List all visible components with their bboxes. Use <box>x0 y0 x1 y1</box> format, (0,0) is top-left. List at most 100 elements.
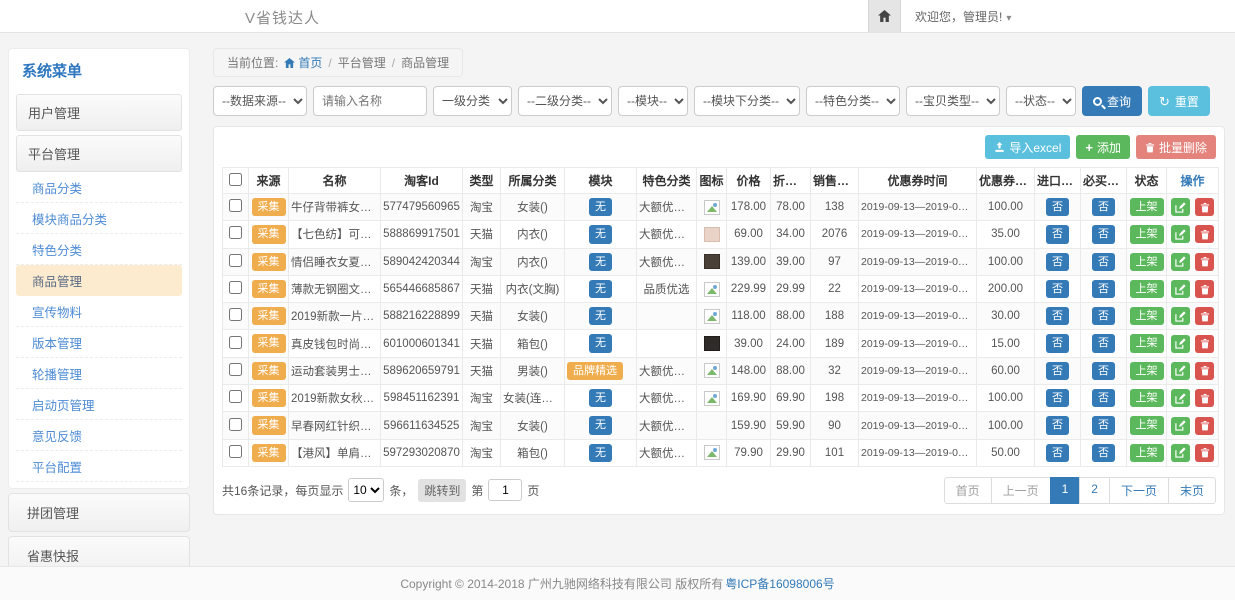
status-badge[interactable]: 上架 <box>1130 253 1164 271</box>
import-select-badge[interactable]: 否 <box>1046 198 1069 216</box>
edit-button[interactable] <box>1171 198 1190 216</box>
row-checkbox[interactable] <box>229 281 242 294</box>
filter-select[interactable]: --状态-- <box>1006 86 1076 116</box>
filter-select[interactable]: --二级分类-- <box>518 86 612 116</box>
sidebar-item[interactable]: 特色分类 <box>16 234 182 265</box>
import-select-badge[interactable]: 否 <box>1046 444 1069 462</box>
edit-button[interactable] <box>1171 444 1190 462</box>
edit-button[interactable] <box>1171 335 1190 353</box>
delete-button[interactable] <box>1195 198 1214 216</box>
must-buy-badge[interactable]: 否 <box>1092 198 1115 216</box>
sidebar-item[interactable]: 启动页管理 <box>16 389 182 420</box>
edit-button[interactable] <box>1171 253 1190 271</box>
delete-button[interactable] <box>1195 389 1214 407</box>
sidebar-group-0[interactable]: 用户管理 <box>16 94 182 131</box>
status-badge[interactable]: 上架 <box>1130 389 1164 407</box>
must-buy-badge[interactable]: 否 <box>1092 362 1115 380</box>
edit-button[interactable] <box>1171 417 1190 435</box>
status-badge[interactable]: 上架 <box>1130 362 1164 380</box>
edit-button[interactable] <box>1171 362 1190 380</box>
must-buy-badge[interactable]: 否 <box>1092 389 1115 407</box>
import-select-badge[interactable]: 否 <box>1046 362 1069 380</box>
must-buy-badge[interactable]: 否 <box>1092 253 1115 271</box>
edit-button[interactable] <box>1171 280 1190 298</box>
user-menu[interactable]: 欢迎您，管理员!▾ <box>915 8 1011 25</box>
edit-button[interactable] <box>1171 389 1190 407</box>
edit-button[interactable] <box>1171 225 1190 243</box>
filter-select[interactable]: 一级分类 <box>433 86 512 116</box>
sidebar-item[interactable]: 商品分类 <box>16 172 182 203</box>
sidebar-item[interactable]: 商品管理 <box>16 265 182 296</box>
must-buy-badge[interactable]: 否 <box>1092 225 1115 243</box>
row-checkbox[interactable] <box>229 226 242 239</box>
select-all-checkbox[interactable] <box>229 173 242 186</box>
icp-link[interactable]: 粤ICP备16098006号 <box>725 575 834 592</box>
delete-button[interactable] <box>1195 417 1214 435</box>
delete-button[interactable] <box>1195 335 1214 353</box>
import-select-badge[interactable]: 否 <box>1046 334 1069 352</box>
row-checkbox[interactable] <box>229 390 242 403</box>
filter-select[interactable]: --模块-- <box>618 86 688 116</box>
delete-button[interactable] <box>1195 225 1214 243</box>
must-buy-badge[interactable]: 否 <box>1092 444 1115 462</box>
status-badge[interactable]: 上架 <box>1130 444 1164 462</box>
per-page-select[interactable]: 10 <box>348 478 384 502</box>
filter-select[interactable]: --模块下分类-- <box>694 86 800 116</box>
page-button-首页[interactable]: 首页 <box>944 477 992 504</box>
status-badge[interactable]: 上架 <box>1130 307 1164 325</box>
page-button-上一页[interactable]: 上一页 <box>991 477 1051 504</box>
import-select-badge[interactable]: 否 <box>1046 280 1069 298</box>
jump-page-input[interactable] <box>488 479 522 501</box>
status-badge[interactable]: 上架 <box>1130 334 1164 352</box>
must-buy-badge[interactable]: 否 <box>1092 280 1115 298</box>
sidebar-item[interactable]: 版本管理 <box>16 327 182 358</box>
delete-button[interactable] <box>1195 307 1214 325</box>
filter-select[interactable]: --宝贝类型-- <box>906 86 1000 116</box>
row-checkbox[interactable] <box>229 254 242 267</box>
page-button-下一页[interactable]: 下一页 <box>1109 477 1169 504</box>
must-buy-badge[interactable]: 否 <box>1092 307 1115 325</box>
breadcrumb-home-link[interactable]: 首页 <box>284 54 322 71</box>
sidebar-item[interactable]: 宣传物料 <box>16 296 182 327</box>
page-button-2[interactable]: 2 <box>1079 477 1110 504</box>
import-select-badge[interactable]: 否 <box>1046 389 1069 407</box>
sidebar-item[interactable]: 意见反馈 <box>16 420 182 451</box>
add-button[interactable]: + 添加 <box>1076 135 1130 159</box>
row-checkbox[interactable] <box>229 336 242 349</box>
batch-delete-button[interactable]: 批量删除 <box>1136 135 1216 159</box>
row-checkbox[interactable] <box>229 418 242 431</box>
sidebar-group-1[interactable]: 平台管理 <box>16 135 182 172</box>
sidebar-item[interactable]: 平台配置 <box>16 451 182 482</box>
name-input[interactable] <box>313 86 427 116</box>
import-select-badge[interactable]: 否 <box>1046 416 1069 434</box>
status-badge[interactable]: 上架 <box>1130 416 1164 434</box>
sidebar-item[interactable]: 轮播管理 <box>16 358 182 389</box>
import-excel-button[interactable]: 导入excel <box>985 135 1070 159</box>
import-select-badge[interactable]: 否 <box>1046 225 1069 243</box>
row-checkbox[interactable] <box>229 199 242 212</box>
filter-select[interactable]: --特色分类-- <box>806 86 900 116</box>
filter-select[interactable]: --数据来源-- <box>213 86 307 116</box>
row-checkbox[interactable] <box>229 308 242 321</box>
status-badge[interactable]: 上架 <box>1130 225 1164 243</box>
delete-button[interactable] <box>1195 253 1214 271</box>
edit-button[interactable] <box>1171 307 1190 325</box>
delete-button[interactable] <box>1195 362 1214 380</box>
search-button[interactable]: 查询 <box>1082 86 1142 116</box>
sidebar-group-2[interactable]: 拼团管理 <box>8 493 190 532</box>
page-button-1[interactable]: 1 <box>1050 477 1081 504</box>
delete-button[interactable] <box>1195 444 1214 462</box>
home-button[interactable] <box>868 0 901 32</box>
sidebar-item[interactable]: 模块商品分类 <box>16 203 182 234</box>
delete-button[interactable] <box>1195 280 1214 298</box>
must-buy-badge[interactable]: 否 <box>1092 334 1115 352</box>
import-select-badge[interactable]: 否 <box>1046 253 1069 271</box>
row-checkbox[interactable] <box>229 445 242 458</box>
row-checkbox[interactable] <box>229 363 242 376</box>
status-badge[interactable]: 上架 <box>1130 280 1164 298</box>
reset-button[interactable]: ↻ 重置 <box>1148 86 1210 116</box>
must-buy-badge[interactable]: 否 <box>1092 416 1115 434</box>
status-badge[interactable]: 上架 <box>1130 198 1164 216</box>
page-button-末页[interactable]: 末页 <box>1168 477 1216 504</box>
import-select-badge[interactable]: 否 <box>1046 307 1069 325</box>
